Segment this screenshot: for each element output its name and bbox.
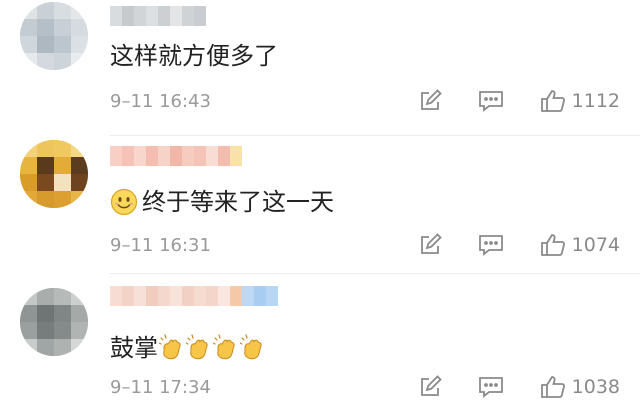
repost-icon	[420, 89, 442, 110]
comment-time: 9–11 16:31	[110, 234, 211, 256]
like-button[interactable]: 1074	[540, 233, 620, 257]
repost-icon	[420, 233, 442, 254]
reply-icon	[478, 377, 503, 398]
like-count: 1038	[571, 376, 620, 398]
username-blurred[interactable]	[110, 146, 242, 166]
repost-icon	[420, 375, 442, 396]
clapping-hands-emoji-icon	[186, 334, 208, 360]
reply-icon	[478, 91, 503, 112]
reply-button[interactable]	[478, 375, 504, 399]
comment-item: 这样就方便多了 9–11 16:43 1112	[0, 0, 640, 136]
like-button[interactable]: 1112	[540, 89, 620, 113]
like-button[interactable]: 1038	[540, 375, 620, 399]
reply-button[interactable]	[478, 89, 504, 113]
like-count: 1074	[571, 234, 620, 256]
comment-text: 终于等来了这一天	[110, 186, 334, 218]
repost-button[interactable]	[418, 375, 442, 399]
avatar[interactable]	[20, 140, 88, 208]
comment-text: 这样就方便多了	[110, 42, 278, 70]
avatar[interactable]	[20, 2, 88, 70]
repost-button[interactable]	[418, 233, 442, 257]
thumbs-up-icon	[540, 90, 565, 112]
username-blurred[interactable]	[110, 286, 278, 306]
thumbs-up-icon	[540, 376, 565, 398]
username-blurred[interactable]	[110, 6, 206, 26]
avatar[interactable]	[20, 288, 88, 356]
repost-button[interactable]	[418, 89, 442, 113]
comment-time: 9–11 16:43	[110, 90, 211, 112]
clapping-hands-emoji-icon	[213, 334, 235, 360]
like-count: 1112	[571, 90, 620, 112]
smiling-face-emoji-icon	[110, 188, 138, 216]
reply-icon	[478, 235, 503, 256]
comment-text: 鼓掌	[110, 332, 266, 364]
comment-item: 鼓掌 9–11 17:34 1038	[0, 274, 640, 406]
thumbs-up-icon	[540, 234, 565, 256]
comment-item: 终于等来了这一天 9–11 16:31 1074	[0, 136, 640, 272]
reply-button[interactable]	[478, 233, 504, 257]
clapping-hands-emoji-icon	[159, 334, 181, 360]
comment-time: 9–11 17:34	[110, 376, 211, 398]
clapping-hands-emoji-icon	[240, 334, 262, 360]
